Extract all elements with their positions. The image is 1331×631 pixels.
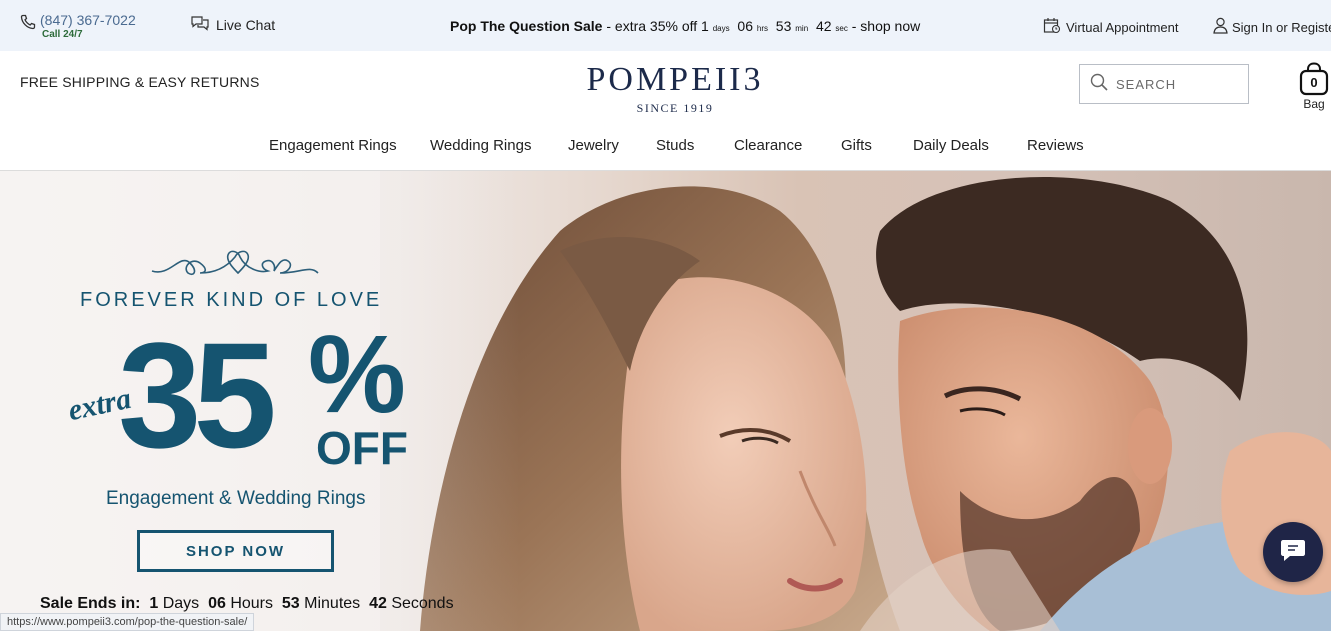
sale-sec-unit: sec [835,24,848,33]
nav-engagement-rings[interactable]: Engagement Rings [269,137,397,154]
countdown-seconds-num: 42 [369,595,387,612]
nav-studs[interactable]: Studs [656,137,694,154]
sale-hrs-unit: hrs [756,24,769,33]
logo-since: SINCE 1919 [636,101,714,115]
search-box[interactable] [1079,64,1249,104]
nav-jewelry[interactable]: Jewelry [568,137,619,154]
shop-now-button[interactable]: SHOP NOW [137,530,334,572]
sale-sec-num: 42 [815,18,832,34]
sale-title: Pop The Question Sale [450,18,603,34]
phone-icon [20,12,36,35]
user-icon [1213,17,1232,37]
search-input[interactable] [1116,76,1236,92]
sale-shop-now[interactable]: - shop now [848,18,921,34]
countdown-days-num: 1 [149,595,159,612]
call-hours: Call 24/7 [42,29,83,40]
shopping-bag[interactable]: 0 Bag [1298,62,1330,111]
nav-daily-deals[interactable]: Daily Deals [913,137,989,154]
hero-tagline: FOREVER KIND OF LOVE [80,289,383,311]
bag-label: Bag [1303,97,1325,111]
nav-clearance[interactable]: Clearance [734,137,802,154]
sale-min-num: 53 [775,18,792,34]
countdown-days: Days [162,595,200,612]
search-icon[interactable] [1090,73,1116,96]
calendar-icon [1043,17,1066,37]
hero-subtitle: Engagement & Wedding Rings [106,488,366,509]
sale-days-num: 1 [701,18,709,34]
nav-gifts[interactable]: Gifts [841,137,872,154]
hero-off: OFF [316,422,408,474]
countdown-hours: Hours [230,595,273,612]
status-bar-url: https://www.pompeii3.com/pop-the-questio… [0,613,255,631]
hero-discount-number: 35 [118,311,277,479]
free-shipping-notice: FREE SHIPPING & EASY RETURNS [20,74,260,90]
virtual-appointment-link[interactable]: Virtual Appointment [1043,17,1179,37]
sale-text: - extra 35% off [602,18,702,34]
nav-reviews[interactable]: Reviews [1027,137,1084,154]
bag-count: 0 [1310,75,1318,90]
nav-wedding-rings[interactable]: Wedding Rings [430,137,531,154]
chat-bubble-icon [1280,538,1306,567]
top-bar: (847) 367-7022 Call 24/7 Live Chat Pop T… [0,0,1331,51]
chat-icon [190,15,216,35]
countdown-seconds: Seconds [391,595,454,612]
site-logo[interactable]: POMPEII3 SINCE 1919 [574,60,776,116]
sale-days-unit: days [712,24,730,33]
live-chat-link[interactable]: Live Chat [190,15,275,35]
hero-percent: % [308,313,406,436]
phone-link[interactable]: (847) 367-7022 Call 24/7 [20,12,136,40]
sign-in-link[interactable]: Sign In or Register [1213,17,1331,37]
countdown-minutes: Minutes [304,595,361,612]
sale-countdown: Sale Ends in: 1 Days 06 Hours 53 Minutes… [40,595,454,613]
chat-widget-button[interactable] [1263,522,1323,582]
live-chat-label: Live Chat [216,17,276,33]
sale-hrs-num: 06 [737,18,753,34]
sale-banner[interactable]: Pop The Question Sale - extra 35% off 1 … [450,18,920,34]
hearts-icon [151,250,319,276]
sign-in-label: Sign In or Register [1232,19,1331,35]
countdown-label: Sale Ends in: [40,595,141,612]
countdown-minutes-num: 53 [281,595,300,612]
virtual-appointment-label: Virtual Appointment [1066,19,1179,35]
logo-wordmark: POMPEII3 [586,61,764,98]
countdown-hours-num: 06 [208,595,226,612]
sale-min-unit: min [795,24,809,33]
main-nav: Engagement Rings Wedding Rings Jewelry S… [0,132,1331,162]
